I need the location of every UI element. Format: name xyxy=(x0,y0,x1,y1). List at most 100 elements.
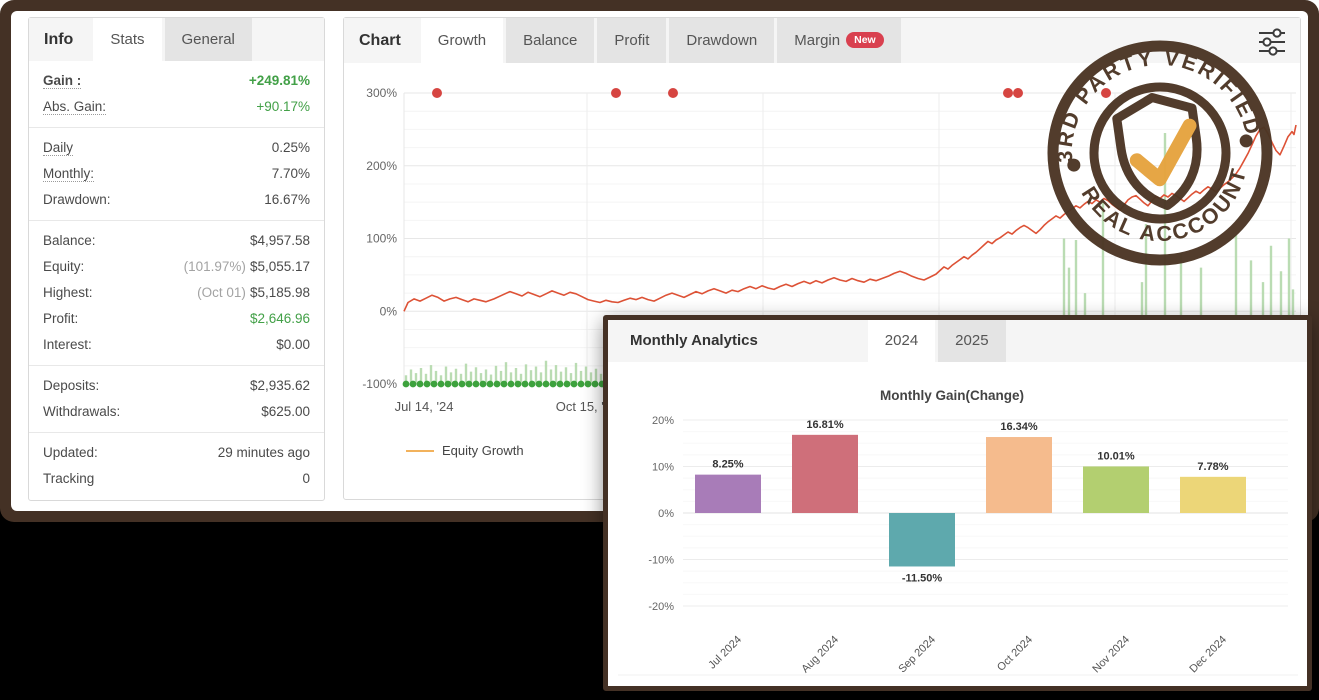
monthly-panel-tabbar: Monthly Analytics 20242025 xyxy=(608,320,1307,362)
tab-2025[interactable]: 2025 xyxy=(938,320,1005,362)
stat-value-deposits: $2,935.62 xyxy=(250,373,310,399)
stat-group: Daily 0.25% Monthly: 7.70% Drawdown: 16.67% xyxy=(29,128,324,221)
tab-stats[interactable]: Stats xyxy=(93,18,161,61)
bar-nov-2024[interactable] xyxy=(1083,466,1149,513)
monthly-tabs: 20242025 xyxy=(868,320,1009,362)
stat-label-interest: Interest: xyxy=(43,332,92,358)
stat-value-withdrawals: $625.00 xyxy=(261,399,310,425)
bar-value-label: 16.34% xyxy=(1000,421,1038,433)
monthly-analytics-panel: Monthly Analytics 20242025 Monthly Gain(… xyxy=(603,315,1312,691)
chart-tabs: GrowthBalanceProfitDrawdownMarginNew xyxy=(421,18,904,63)
red-event-dot[interactable] xyxy=(1013,88,1023,98)
stat-value-monthly: 7.70% xyxy=(272,161,310,187)
info-panel-title: Info xyxy=(29,18,93,61)
equity-y-tick: -100% xyxy=(362,377,397,391)
stat-label-gain[interactable]: Gain : xyxy=(43,68,81,94)
tab-margin[interactable]: MarginNew xyxy=(777,18,900,63)
equity-legend[interactable]: Equity Growth xyxy=(406,443,524,458)
stat-value-balance: $4,957.58 xyxy=(250,228,310,254)
monthly-x-tick: Oct 2024 xyxy=(995,634,1035,674)
equity-y-tick: 200% xyxy=(366,159,397,173)
monthly-y-tick: -20% xyxy=(648,601,674,613)
bar-value-label: -11.50% xyxy=(902,572,943,584)
stat-label-updated: Updated: xyxy=(43,440,98,466)
equity-y-tick: 0% xyxy=(380,304,398,318)
chart-panel-title: Chart xyxy=(344,18,421,63)
tab-growth[interactable]: Growth xyxy=(421,18,503,63)
bar-aug-2024[interactable] xyxy=(792,435,858,513)
verified-stamp-shield-check-icon: 3RD PARTY VERIFIED REAL ACCCOUNT xyxy=(1040,33,1280,273)
stat-label-equity: Equity: xyxy=(43,254,84,280)
red-event-dot[interactable] xyxy=(1003,88,1013,98)
stat-value-tracking: 0 xyxy=(302,466,310,492)
checkmark-icon xyxy=(1133,126,1196,182)
info-tabs: StatsGeneral xyxy=(93,18,255,61)
stats-panel-tabbar: Info StatsGeneral xyxy=(29,18,324,61)
tab-balance[interactable]: Balance xyxy=(506,18,594,63)
stat-group: Gain : +249.81% Abs. Gain: +90.17% xyxy=(29,61,324,128)
monthly-y-tick: 0% xyxy=(658,508,674,520)
stat-value-equity: (101.97%)$5,055.17 xyxy=(184,254,310,280)
stat-label-monthly[interactable]: Monthly: xyxy=(43,161,94,187)
stat-value-abs-gain: +90.17% xyxy=(256,94,310,120)
monthly-gain-chart[interactable]: Monthly Gain(Change) 20% 10% 0% -10% -20% 8.25… xyxy=(608,362,1307,686)
stat-row-highest: Highest:(Oct 01)$5,185.98 xyxy=(29,280,324,306)
stat-row-withdrawals: Withdrawals:$625.00 xyxy=(29,399,324,425)
equity-y-tick: 100% xyxy=(366,232,397,246)
stat-value-daily: 0.25% xyxy=(272,135,310,161)
stat-group: Deposits: $2,935.62Withdrawals:$625.00 xyxy=(29,366,324,433)
stat-label-abs-gain[interactable]: Abs. Gain: xyxy=(43,94,106,120)
stats-panel: Info StatsGeneral Gain : +249.81% Abs. Gai… xyxy=(28,17,325,501)
shield-icon xyxy=(1115,92,1205,211)
monthly-y-tick: 10% xyxy=(652,462,674,474)
stat-value-updated: 29 minutes ago xyxy=(218,440,310,466)
red-event-dot[interactable] xyxy=(611,88,621,98)
stat-value-drawdown: 16.67% xyxy=(264,187,310,213)
myfxbook-widget-screen: Info StatsGeneral Gain : +249.81% Abs. Gai… xyxy=(0,0,1319,700)
equity-x-tick: Jul 14, '24 xyxy=(395,399,454,414)
monthly-chart-title: Monthly Gain(Change) xyxy=(880,388,1024,403)
stat-group: Balance: $4,957.58 Equity: (101.97%)$5,055.… xyxy=(29,221,324,366)
monthly-y-tick: 20% xyxy=(652,415,674,427)
stat-value-profit: $2,646.96 xyxy=(250,306,310,332)
stat-group: Updated: 29 minutes agoTracking0 xyxy=(29,433,324,499)
stat-value-prefix: (101.97%) xyxy=(184,259,246,274)
stat-row-gain: Gain : +249.81% xyxy=(29,68,324,94)
bar-value-label: 8.25% xyxy=(712,459,743,471)
tab-general[interactable]: General xyxy=(165,18,252,61)
stat-label-profit: Profit: xyxy=(43,306,78,332)
red-event-dot[interactable] xyxy=(432,88,442,98)
stat-label-deposits: Deposits: xyxy=(43,373,99,399)
stat-value-interest: $0.00 xyxy=(276,332,310,358)
stat-row-equity: Equity: (101.97%)$5,055.17 xyxy=(29,254,324,280)
monthly-x-tick: Jul 2024 xyxy=(706,634,744,672)
stat-value-gain: +249.81% xyxy=(249,68,310,94)
tab-profit[interactable]: Profit xyxy=(597,18,666,63)
stat-value-prefix: (Oct 01) xyxy=(197,285,246,300)
stat-row-daily: Daily 0.25% xyxy=(29,135,324,161)
stat-label-drawdown: Drawdown: xyxy=(43,187,111,213)
stat-row-tracking: Tracking0 xyxy=(29,466,324,492)
bar-sep-2024[interactable] xyxy=(889,513,955,566)
red-event-dot[interactable] xyxy=(668,88,678,98)
monthly-y-tick: -10% xyxy=(648,555,674,567)
stat-label-daily[interactable]: Daily xyxy=(43,135,73,161)
tab-drawdown[interactable]: Drawdown xyxy=(669,18,774,63)
bar-dec-2024[interactable] xyxy=(1180,477,1246,513)
bar-oct-2024[interactable] xyxy=(986,437,1052,513)
stat-row-updated: Updated: 29 minutes ago xyxy=(29,440,324,466)
stat-label-balance: Balance: xyxy=(43,228,96,254)
equity-y-tick: 300% xyxy=(366,86,397,100)
bar-value-label: 7.78% xyxy=(1197,461,1228,473)
monthly-x-tick: Dec 2024 xyxy=(1187,634,1229,676)
stat-value-highest: (Oct 01)$5,185.98 xyxy=(197,280,310,306)
bar-jul-2024[interactable] xyxy=(695,475,761,513)
stat-row-interest: Interest: $0.00 xyxy=(29,332,324,358)
monthly-x-tick: Aug 2024 xyxy=(799,634,841,676)
monthly-x-tick: Sep 2024 xyxy=(896,634,938,676)
stat-row-balance: Balance: $4,957.58 xyxy=(29,228,324,254)
tab-2024[interactable]: 2024 xyxy=(868,320,935,362)
stats-rows: Gain : +249.81% Abs. Gain: +90.17% Daily 0.25… xyxy=(29,61,324,499)
stat-row-profit: Profit: $2,646.96 xyxy=(29,306,324,332)
bar-value-label: 10.01% xyxy=(1097,450,1135,462)
